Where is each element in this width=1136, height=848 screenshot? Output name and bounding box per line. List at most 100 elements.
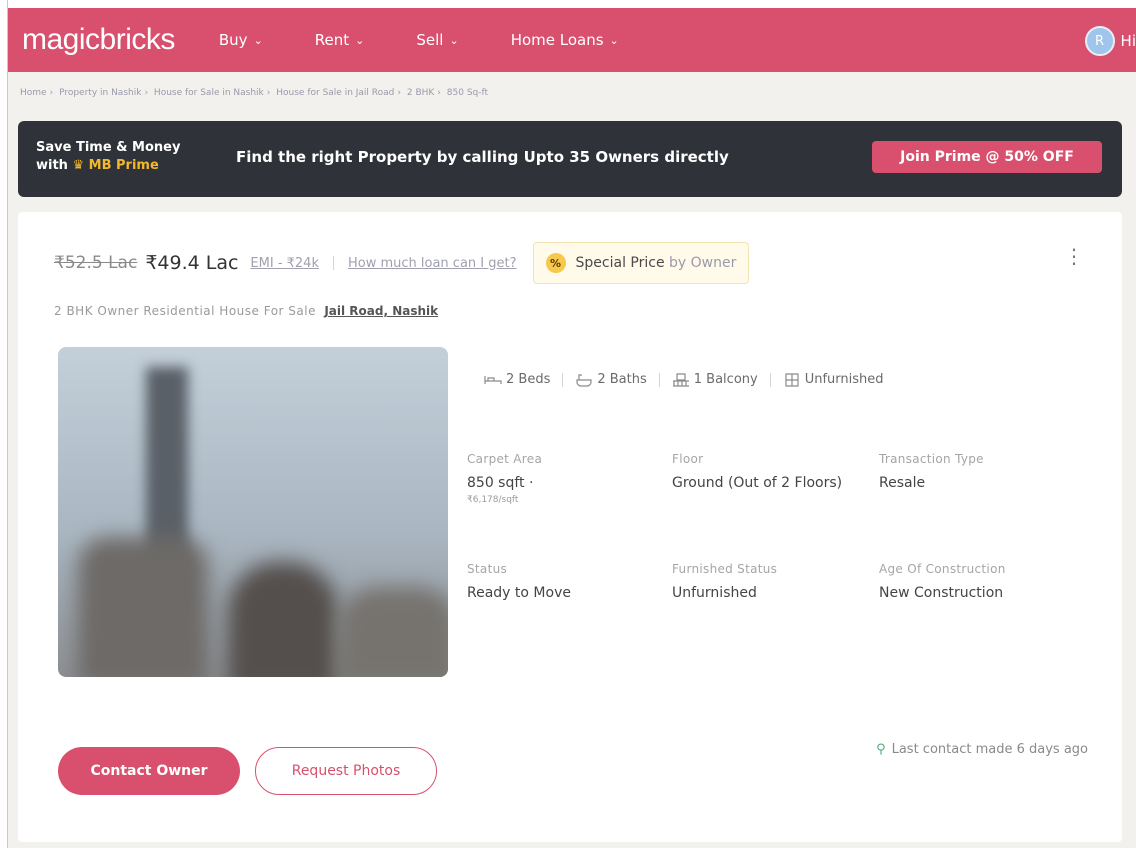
main-nav: Buy ⌄ Rent ⌄ Sell ⌄ Home Loans ⌄ <box>219 31 671 49</box>
special-price-by: by Owner <box>669 255 737 271</box>
discount-icon: % <box>545 253 566 273</box>
prime-tagline-line1: Save Time & Money <box>36 140 181 155</box>
spec-value: 850 sqft · <box>467 475 534 491</box>
user-greeting: Hi <box>1120 32 1136 50</box>
divider <box>332 256 334 270</box>
nav-sell[interactable]: Sell ⌄ <box>416 31 458 49</box>
listing-location-link[interactable]: Jail Road, Nashik <box>324 304 438 318</box>
chevron-down-icon: ⌄ <box>609 33 619 47</box>
breadcrumb-item[interactable]: Property in Nashik <box>59 88 141 98</box>
prime-message: Find the right Property by calling Upto … <box>236 148 729 166</box>
nav-buy[interactable]: Buy ⌄ <box>219 31 263 49</box>
frame-edge <box>0 0 8 848</box>
top-navigation-bar: magicbricks Buy ⌄ Rent ⌄ Sell ⌄ Home Loa… <box>8 8 1136 72</box>
spec-label: Furnished Status <box>672 562 778 576</box>
bed-icon <box>484 375 502 384</box>
spec-carpet-area: Carpet Area 850 sqft · ₹6,178/sqft <box>467 452 657 505</box>
spec-label: Age Of Construction <box>879 562 1006 576</box>
breadcrumb-sep: › <box>144 88 149 98</box>
nav-home-loans-label: Home Loans <box>510 31 604 49</box>
feature-furnishing: Unfurnished <box>783 372 884 387</box>
avatar[interactable]: R <box>1084 26 1115 56</box>
breadcrumb-item[interactable]: House for Sale in Nashik <box>154 88 264 98</box>
photo-blur-shape <box>228 562 338 677</box>
breadcrumb: Home › Property in Nashik › House for Sale… <box>20 88 491 98</box>
photo-blur-shape <box>78 537 208 677</box>
photo-blur-shape <box>338 587 448 677</box>
property-photo[interactable] <box>58 347 448 677</box>
spec-price-per-sqft: ₹6,178/sqft <box>467 495 519 505</box>
nav-buy-label: Buy <box>218 31 248 49</box>
spec-age-of-construction: Age Of Construction New Construction <box>879 562 1069 603</box>
feature-beds-label: 2 Beds <box>506 372 551 387</box>
frame-top <box>0 0 1136 8</box>
join-prime-button[interactable]: Join Prime @ 50% OFF <box>872 141 1102 173</box>
person-icon: ⚲ <box>876 742 886 757</box>
feature-beds: 2 Beds <box>484 372 550 387</box>
balcony-icon <box>672 372 689 387</box>
prime-banner: Save Time & Money with ♛ MB Prime Find t… <box>18 121 1122 197</box>
price-row: ₹52.5 Lac ₹49.4 Lac EMI - ₹24k How much … <box>54 242 750 284</box>
current-price: ₹49.4 Lac <box>145 252 239 274</box>
last-contact-text: Last contact made 6 days ago <box>891 742 1088 757</box>
divider <box>562 372 564 387</box>
user-menu[interactable]: R Hi <box>1084 26 1136 56</box>
furnish-icon <box>785 372 799 387</box>
divider <box>658 372 660 387</box>
breadcrumb-sep: › <box>437 88 441 98</box>
prime-brand: MB Prime <box>88 158 159 173</box>
special-price-badge: % Special Price by Owner <box>532 242 750 284</box>
feature-balcony-label: 1 Balcony <box>693 372 758 387</box>
spec-furnished-status: Furnished Status Unfurnished <box>672 562 862 603</box>
breadcrumb-sep: › <box>397 88 401 98</box>
breadcrumb-sep: › <box>266 88 271 98</box>
nav-rent[interactable]: Rent ⌄ <box>315 31 365 49</box>
divider <box>769 372 771 387</box>
chevron-down-icon: ⌄ <box>355 33 365 47</box>
breadcrumb-item[interactable]: Home <box>20 88 47 98</box>
feature-row: 2 Beds 2 Baths 1 Balcony Unfurnished <box>484 372 884 387</box>
prime-tagline-line2: with ♛ MB Prime <box>36 157 180 175</box>
prime-tagline: Save Time & Money with ♛ MB Prime <box>36 139 180 175</box>
spec-status: Status Ready to Move <box>467 562 657 603</box>
spec-value: Resale <box>879 475 926 491</box>
prime-tagline-prefix: with <box>36 158 68 173</box>
emi-link[interactable]: EMI - ₹24k <box>250 256 319 271</box>
listing-title: 2 BHK Owner Residential House For Sale <box>54 304 316 318</box>
listing-subtitle: 2 BHK Owner Residential House For Sale J… <box>54 304 438 318</box>
feature-balcony: 1 Balcony <box>672 372 758 387</box>
property-card: ₹52.5 Lac ₹49.4 Lac EMI - ₹24k How much … <box>18 212 1122 842</box>
bath-icon <box>576 373 592 387</box>
last-contact-info: ⚲ Last contact made 6 days ago <box>876 742 1088 757</box>
old-price: ₹52.5 Lac <box>54 253 138 273</box>
spec-label: Carpet Area <box>467 452 543 466</box>
feature-furnishing-label: Unfurnished <box>804 372 884 387</box>
spec-label: Status <box>467 562 508 576</box>
nav-home-loans[interactable]: Home Loans ⌄ <box>511 31 619 49</box>
contact-owner-button[interactable]: Contact Owner <box>58 747 240 795</box>
breadcrumb-item: 850 Sq-ft <box>446 88 489 98</box>
more-options-icon[interactable]: ⋮ <box>1064 246 1084 266</box>
breadcrumb-sep: › <box>49 88 54 98</box>
spec-value: New Construction <box>879 585 1004 601</box>
chevron-down-icon: ⌄ <box>253 33 263 47</box>
breadcrumb-item[interactable]: 2 BHK <box>407 88 434 98</box>
spec-floor: Floor Ground (Out of 2 Floors) <box>672 452 862 493</box>
crown-icon: ♛ <box>72 158 85 173</box>
feature-baths-label: 2 Baths <box>597 372 647 387</box>
site-logo[interactable]: magicbricks <box>22 23 175 57</box>
nav-rent-label: Rent <box>314 31 350 49</box>
spec-label: Floor <box>672 452 704 466</box>
spec-label: Transaction Type <box>879 452 984 466</box>
feature-baths: 2 Baths <box>575 372 647 387</box>
spec-value: Ready to Move <box>467 585 571 601</box>
spec-transaction-type: Transaction Type Resale <box>879 452 1069 493</box>
chevron-down-icon: ⌄ <box>449 33 459 47</box>
spec-value: Ground (Out of 2 Floors) <box>672 475 843 491</box>
spec-value: Unfurnished <box>672 585 757 601</box>
loan-calculator-link[interactable]: How much loan can I get? <box>348 256 517 271</box>
nav-sell-label: Sell <box>416 31 444 49</box>
request-photos-button[interactable]: Request Photos <box>255 747 437 795</box>
special-price-label: Special Price <box>575 255 665 271</box>
breadcrumb-item[interactable]: House for Sale in Jail Road <box>276 88 394 98</box>
